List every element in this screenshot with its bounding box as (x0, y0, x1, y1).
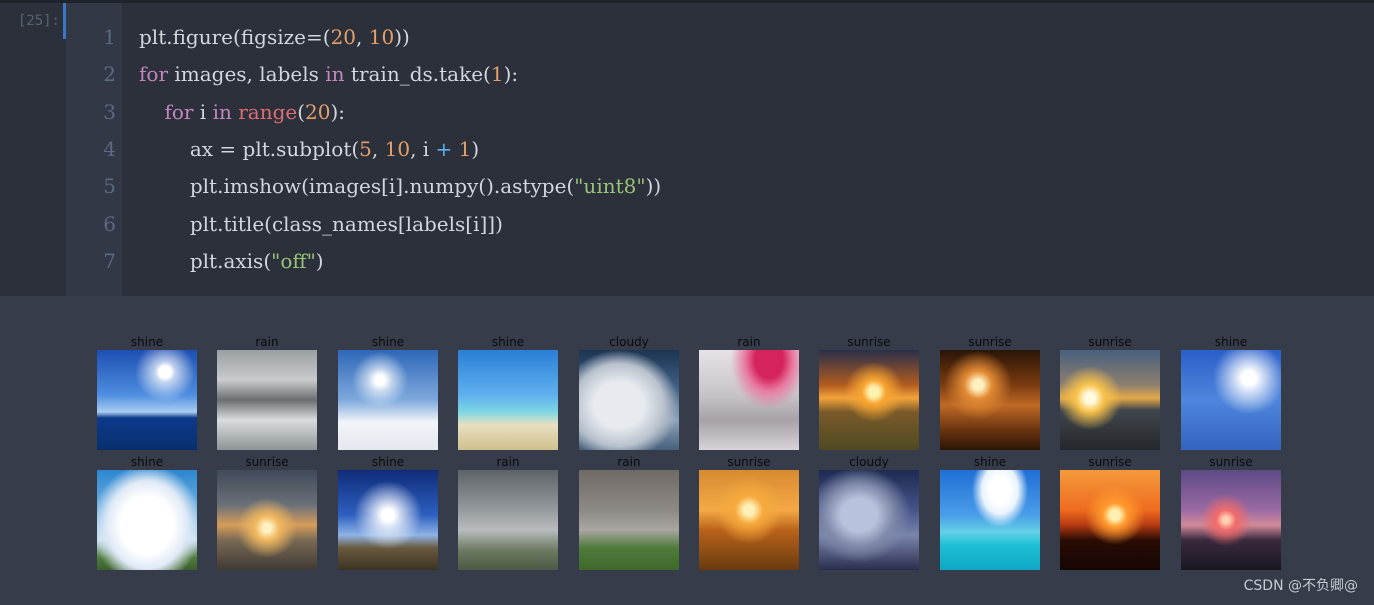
image-title: sunrise (847, 335, 891, 349)
code-token: ( (297, 99, 306, 124)
execution-prompt: [25]: (17, 13, 60, 29)
image-title: shine (371, 335, 405, 349)
code-line: plt.title(class_names[labels[i]]) (139, 206, 503, 243)
code-token: range (238, 99, 298, 124)
code-token: 1 (458, 136, 472, 161)
code-token: for (139, 62, 169, 87)
sample-image (1060, 470, 1160, 570)
image-title: rain (496, 455, 520, 469)
sample-image (458, 350, 558, 450)
code-token: ) (471, 136, 480, 161)
code-token: )) (645, 174, 662, 199)
code-token: ax = plt.subplot( (139, 136, 360, 161)
code-token: plt.title(class_names[labels[i]]) (139, 211, 503, 236)
image-title: rain (737, 335, 761, 349)
sample-image (699, 350, 799, 450)
code-editor[interactable]: 1234567 plt.figure(figsize=(20, 10)) for … (66, 3, 1374, 296)
code-token: , (356, 25, 369, 49)
image-title: shine (973, 455, 1007, 469)
output-area: shine rain shine shine cloudy rain sunrise sunr… (0, 296, 1374, 605)
image-title: sunrise (1209, 455, 1253, 469)
sample-image (338, 350, 438, 450)
code-line: for images, labels in train_ds.take(1): (139, 56, 518, 93)
image-title: sunrise (727, 455, 771, 469)
sample-image (217, 470, 317, 570)
image-title: sunrise (1088, 335, 1132, 349)
code-token: 10 (384, 136, 411, 161)
code-line: plt.axis("off") (139, 243, 324, 280)
sample-image (940, 350, 1040, 450)
sample-image (458, 470, 558, 570)
code-token: ) (315, 248, 324, 273)
code-token: 1 (490, 62, 504, 87)
code-token: ): (503, 62, 519, 87)
sample-image (97, 350, 197, 450)
code-token: ): (330, 99, 346, 124)
sample-image (217, 350, 317, 450)
sample-image (819, 350, 919, 450)
image-title: shine (130, 455, 164, 469)
code-token: in (325, 62, 345, 87)
code-token: plt.figure(figsize=( (139, 25, 331, 49)
image-title: sunrise (1088, 455, 1132, 469)
code-line: for i in range(20): (139, 94, 345, 131)
sample-image (579, 470, 679, 570)
sample-image (940, 470, 1040, 570)
code-token: "uint8" (574, 174, 646, 199)
code-token: 10 (368, 25, 395, 49)
sample-image (1181, 350, 1281, 450)
watermark: CSDN @不负卿@ (1243, 578, 1358, 594)
code-token: )) (394, 25, 410, 49)
sample-image (1181, 470, 1281, 570)
image-title: rain (255, 335, 279, 349)
image-title: shine (491, 335, 525, 349)
code-token: 20 (330, 25, 357, 49)
code-token: plt.axis( (139, 248, 272, 273)
sample-image (338, 470, 438, 570)
code-token: in (212, 99, 232, 124)
code-token: images, labels (168, 62, 326, 87)
image-title: shine (371, 455, 405, 469)
line-number: 1 (103, 25, 116, 49)
line-number: 5 (103, 174, 116, 199)
code-line: ax = plt.subplot(5, 10, i + 1) (139, 131, 479, 168)
image-title: rain (617, 455, 641, 469)
line-number: 6 (103, 211, 116, 236)
sample-image (97, 470, 197, 570)
code-token: plt.imshow(images[i].numpy().astype( (139, 174, 575, 199)
code-token: 20 (305, 99, 331, 124)
line-number: 2 (103, 62, 116, 87)
line-number-gutter: 1 2 3 4 5 6 7 (66, 3, 122, 296)
code-token: + (435, 136, 453, 161)
image-title: sunrise (968, 335, 1012, 349)
sample-image (699, 470, 799, 570)
image-title: cloudy (609, 335, 649, 349)
code-line: plt.imshow(images[i].numpy().astype("uin… (139, 168, 661, 205)
code-token: i (193, 99, 213, 124)
line-number: 3 (103, 99, 116, 124)
line-number: 7 (103, 248, 116, 273)
code-token: train_ds.take( (344, 62, 491, 87)
image-title: sunrise (245, 455, 289, 469)
image-title: cloudy (849, 455, 889, 469)
sample-image (579, 350, 679, 450)
image-title: shine (130, 335, 164, 349)
code-token: , (371, 136, 385, 161)
image-title: shine (1214, 335, 1248, 349)
code-token: for (164, 99, 194, 124)
code-line: plt.figure(figsize=(20, 10)) (139, 19, 410, 56)
sample-image (819, 470, 919, 570)
code-token: , i (410, 136, 436, 161)
line-number: 4 (103, 136, 116, 161)
sample-image (1060, 350, 1160, 450)
code-token: "off" (271, 248, 316, 273)
code-token: 5 (359, 136, 372, 161)
